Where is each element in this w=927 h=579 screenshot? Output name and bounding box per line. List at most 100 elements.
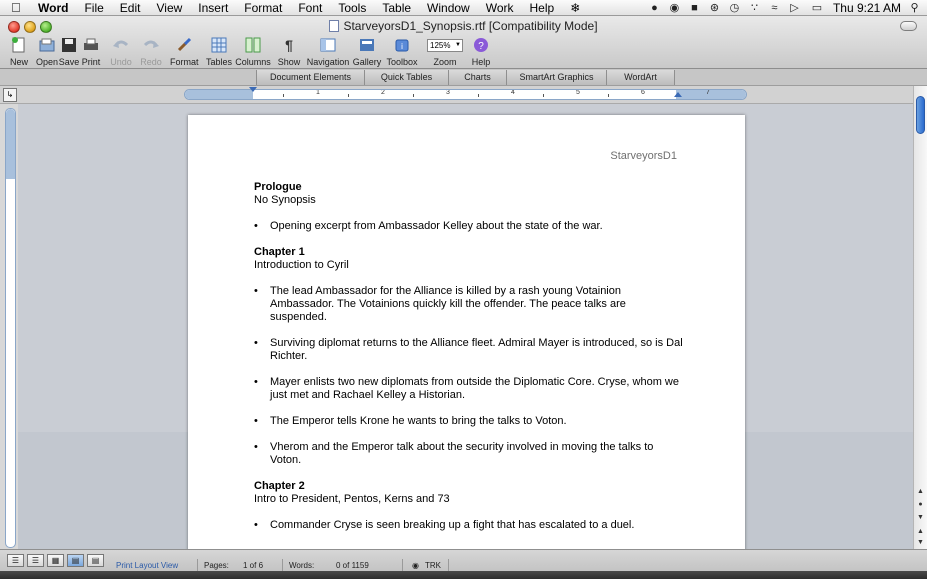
- tables-button[interactable]: Tables: [205, 36, 233, 70]
- menu-window[interactable]: Window: [427, 0, 470, 16]
- bluetooth-status-icon[interactable]: ∵: [748, 2, 761, 15]
- draft-view-button[interactable]: ☰: [7, 554, 24, 567]
- open-button[interactable]: Open: [34, 36, 60, 70]
- menu-edit[interactable]: Edit: [120, 0, 141, 16]
- menu-app-word[interactable]: Word: [38, 0, 68, 16]
- scrollbar-thumb[interactable]: [916, 96, 925, 134]
- zoom-control: 125% ▼ Zoom: [425, 36, 465, 70]
- tab-quick-tables[interactable]: Quick Tables: [364, 70, 449, 85]
- new-button[interactable]: New: [6, 36, 32, 70]
- spotlight-search-icon[interactable]: ⚲: [908, 2, 921, 15]
- columns-button[interactable]: Columns: [235, 36, 271, 70]
- sync-icon[interactable]: ●: [648, 2, 661, 15]
- help-button[interactable]: ? Help: [468, 36, 494, 70]
- toolbox-icon: i: [384, 36, 420, 54]
- wifi-icon[interactable]: ≈: [768, 2, 781, 15]
- undo-button[interactable]: Undo: [106, 36, 136, 70]
- words-value[interactable]: 0 of 1159: [336, 561, 369, 570]
- gallery-button[interactable]: Gallery: [352, 36, 382, 70]
- pages-value[interactable]: 1 of 6: [243, 561, 263, 570]
- vertical-ruler[interactable]: [5, 108, 16, 548]
- bullet-list: The lead Ambassador for the Alliance is …: [254, 285, 684, 467]
- divider: [402, 559, 403, 571]
- publishing-view-button[interactable]: ▦: [47, 554, 64, 567]
- menu-bar:  Word File Edit View Insert Format Font…: [0, 0, 927, 16]
- redo-button[interactable]: Redo: [136, 36, 166, 70]
- section-prologue: Prologue No Synopsis Opening excerpt fro…: [254, 181, 684, 233]
- divider: [448, 559, 449, 571]
- ruler-tick: [543, 94, 544, 97]
- tab-stop-selector[interactable]: ↳: [3, 88, 17, 102]
- document-body[interactable]: Prologue No Synopsis Opening excerpt fro…: [254, 181, 684, 545]
- gallery-label: Gallery: [352, 57, 382, 67]
- menu-view[interactable]: View: [156, 0, 182, 16]
- new-document-icon: [6, 36, 32, 54]
- tab-charts[interactable]: Charts: [448, 70, 507, 85]
- ruler-tick: [348, 94, 349, 97]
- open-folder-icon: [34, 36, 60, 54]
- dropbox-icon[interactable]: ■: [688, 2, 701, 15]
- scroll-down-arrow-icon[interactable]: ▼: [915, 537, 926, 548]
- menu-help[interactable]: Help: [530, 0, 555, 16]
- format-label: Format: [170, 57, 199, 67]
- redo-label: Redo: [140, 57, 162, 67]
- spelling-check-icon[interactable]: ◉: [412, 561, 419, 570]
- save-button[interactable]: Save: [58, 36, 80, 70]
- zoom-label: Zoom: [433, 57, 457, 67]
- previous-page-button[interactable]: ▲: [915, 486, 926, 497]
- menu-format[interactable]: Format: [244, 0, 282, 16]
- section-chapter-1: Chapter 1 Introduction to Cyril The lead…: [254, 246, 684, 467]
- toolbar-toggle-button[interactable]: [900, 21, 917, 31]
- vertical-scrollbar[interactable]: ▲ ● ▼ ▲ ▼: [913, 86, 927, 549]
- section-heading: Prologue: [254, 181, 302, 193]
- browse-object-button[interactable]: ●: [915, 499, 926, 510]
- menu-file[interactable]: File: [84, 0, 103, 16]
- apple-menu-icon[interactable]: : [11, 0, 21, 16]
- outline-view-button[interactable]: ☰: [27, 554, 44, 567]
- open-label: Open: [35, 57, 59, 67]
- print-button[interactable]: Print: [80, 36, 102, 70]
- format-button[interactable]: Format: [170, 36, 199, 70]
- print-label: Print: [81, 57, 101, 67]
- first-line-indent-marker[interactable]: [249, 87, 257, 92]
- menu-font[interactable]: Font: [298, 0, 322, 16]
- horizontal-ruler[interactable]: 1 2 3 4 5 6 7: [184, 89, 747, 100]
- scroll-up-arrow-icon[interactable]: ▲: [915, 526, 926, 537]
- paintbrush-icon: [170, 36, 198, 54]
- track-changes-indicator[interactable]: TRK: [425, 561, 441, 570]
- chevron-down-icon: ▼: [455, 41, 461, 48]
- tab-smartart-graphics[interactable]: SmartArt Graphics: [506, 70, 607, 85]
- list-item: Mayer enlists two new diplomats from out…: [254, 376, 684, 402]
- document-page[interactable]: StarveyorsD1 Prologue No Synopsis Openin…: [188, 115, 745, 549]
- time-machine-icon[interactable]: ◷: [728, 2, 741, 15]
- save-label: Save: [58, 57, 80, 67]
- right-indent-marker[interactable]: [674, 92, 682, 97]
- toolbox-button[interactable]: i Toolbox: [384, 36, 420, 70]
- tab-document-elements[interactable]: Document Elements: [256, 70, 365, 85]
- eye-icon[interactable]: ◉: [668, 2, 681, 15]
- pilcrow-icon: ¶: [285, 37, 293, 53]
- volume-icon[interactable]: ▷: [788, 2, 801, 15]
- menu-insert[interactable]: Insert: [198, 0, 228, 16]
- zoom-select[interactable]: 125% ▼: [427, 38, 463, 52]
- tab-wordart[interactable]: WordArt: [606, 70, 675, 85]
- page-header: StarveyorsD1: [610, 150, 677, 162]
- menu-work[interactable]: Work: [486, 0, 514, 16]
- clock[interactable]: Thu 9:21 AM: [833, 0, 901, 16]
- navigation-button[interactable]: Navigation: [306, 36, 350, 70]
- menu-tools[interactable]: Tools: [338, 0, 366, 16]
- document-workspace: StarveyorsD1 Prologue No Synopsis Openin…: [18, 104, 913, 549]
- toolbox-label: Toolbox: [386, 57, 418, 67]
- section-subtitle: Intro to President, Pentos, Kerns and 73: [254, 493, 450, 505]
- section-subtitle: No Synopsis: [254, 194, 316, 206]
- notebook-view-button[interactable]: ▤: [87, 554, 104, 567]
- print-layout-view-button[interactable]: ▤: [67, 554, 84, 567]
- battery-icon[interactable]: ▭: [808, 2, 826, 15]
- next-page-button[interactable]: ▼: [915, 512, 926, 523]
- ruler-number: 1: [316, 89, 320, 96]
- window-title-text: StarveyorsD1_Synopsis.rtf [Compatibility…: [343, 19, 598, 33]
- show-button[interactable]: ¶ Show: [276, 36, 302, 70]
- bluetooth-icon[interactable]: ⊛: [708, 2, 721, 15]
- script-menu-icon[interactable]: ❄: [570, 0, 580, 16]
- menu-table[interactable]: Table: [382, 0, 411, 16]
